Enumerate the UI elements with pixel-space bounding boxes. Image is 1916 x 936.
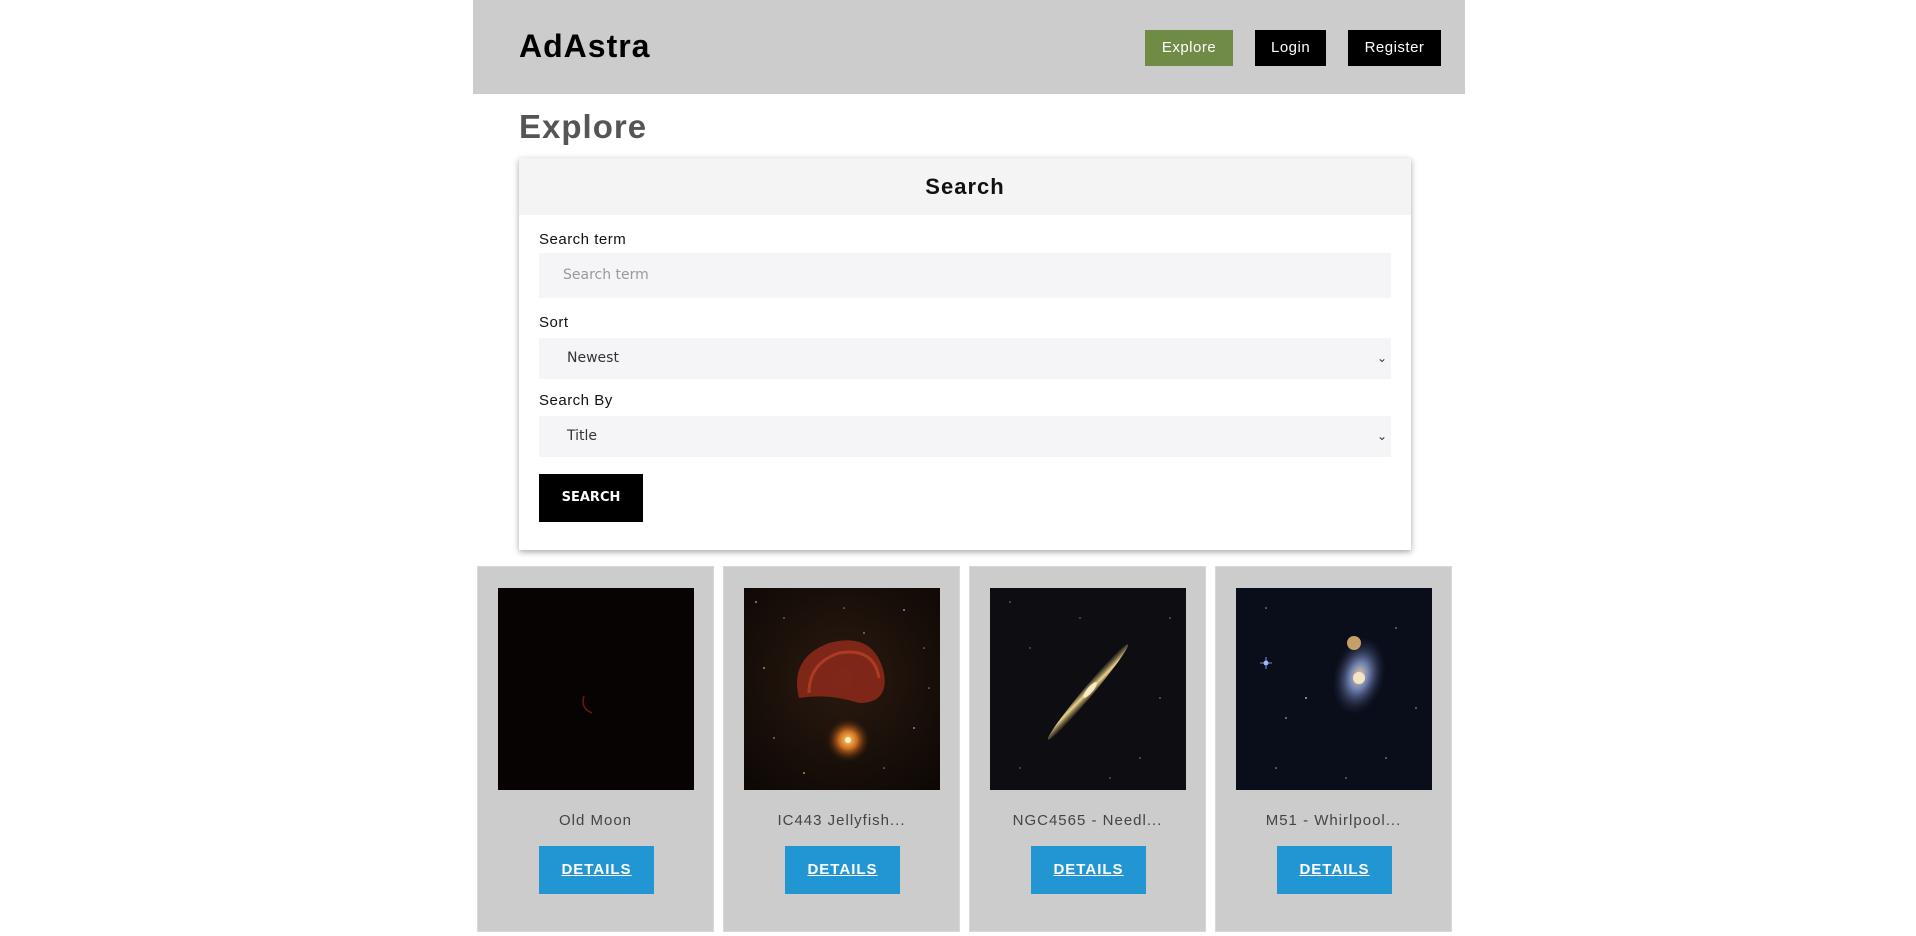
result-image[interactable] — [1236, 588, 1432, 790]
search-button[interactable]: SEARCH — [539, 474, 643, 522]
sort-select-value: Newest — [567, 350, 619, 366]
sort-label: Sort — [539, 314, 569, 331]
result-image[interactable] — [990, 588, 1186, 790]
result-card: IC443 Jellyfish... DETAILS — [723, 566, 960, 932]
result-title: Old Moon — [558, 812, 633, 829]
brand-logo[interactable]: AdAstra — [519, 28, 650, 65]
details-button[interactable]: DETAILS — [1277, 846, 1392, 894]
search-term-input[interactable]: Search term — [539, 253, 1391, 298]
result-card: M51 - Whirlpool... DETAILS — [1215, 566, 1452, 932]
result-card: NGC4565 - Needl... DETAILS — [969, 566, 1206, 932]
nav-explore-button[interactable]: Explore — [1145, 30, 1233, 66]
details-button[interactable]: DETAILS — [785, 846, 900, 894]
sort-select[interactable]: Newest ⌄ — [539, 338, 1391, 379]
page-title: Explore — [519, 108, 648, 145]
chevron-down-icon: ⌄ — [1376, 429, 1387, 443]
search-panel-heading: Search — [519, 158, 1411, 215]
details-button[interactable]: DETAILS — [539, 846, 654, 894]
result-image[interactable] — [498, 588, 694, 790]
result-title: NGC4565 - Needl... — [1012, 812, 1163, 829]
nav-login-button[interactable]: Login — [1255, 30, 1326, 66]
result-title: M51 - Whirlpool... — [1265, 812, 1402, 829]
search-by-select[interactable]: Title ⌄ — [539, 416, 1391, 457]
site-header: AdAstra Explore Login Register — [473, 0, 1465, 94]
nav-register-button[interactable]: Register — [1348, 30, 1441, 66]
search-by-select-value: Title — [567, 428, 598, 444]
search-term-label: Search term — [539, 231, 627, 248]
chevron-down-icon: ⌄ — [1376, 351, 1387, 365]
search-by-label: Search By — [539, 392, 613, 409]
details-button[interactable]: DETAILS — [1031, 846, 1146, 894]
search-panel: Search Search term Search term Sort Newe… — [519, 158, 1411, 550]
result-image[interactable] — [744, 588, 940, 790]
result-card: Old Moon DETAILS — [477, 566, 714, 932]
result-title: IC443 Jellyfish... — [777, 812, 906, 829]
